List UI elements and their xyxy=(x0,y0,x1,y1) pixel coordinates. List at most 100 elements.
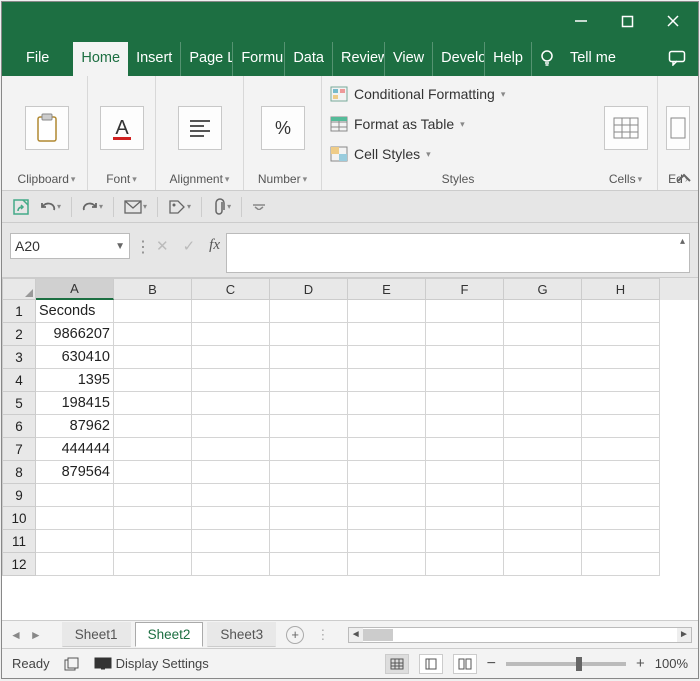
tab-formulas[interactable]: Formul xyxy=(233,42,285,76)
zoom-level[interactable]: 100% xyxy=(655,656,688,671)
cell[interactable] xyxy=(192,530,270,553)
cell[interactable] xyxy=(426,438,504,461)
display-settings-button[interactable]: Display Settings xyxy=(94,656,209,671)
sheet-nav-next[interactable]: ► xyxy=(28,628,44,642)
expand-formula-icon[interactable]: ▴ xyxy=(680,236,685,247)
cell[interactable] xyxy=(192,438,270,461)
row-header[interactable]: 5 xyxy=(2,392,36,415)
cell[interactable] xyxy=(270,323,348,346)
cell[interactable] xyxy=(348,323,426,346)
cell[interactable] xyxy=(426,530,504,553)
tab-view[interactable]: View xyxy=(385,42,433,76)
cell[interactable] xyxy=(192,346,270,369)
save-button[interactable] xyxy=(12,198,30,216)
chevron-down-icon[interactable]: ▼ xyxy=(115,241,125,252)
row-header[interactable]: 2 xyxy=(2,323,36,346)
cell[interactable] xyxy=(426,323,504,346)
formula-input[interactable]: ▴ xyxy=(226,233,690,273)
maximize-button[interactable] xyxy=(604,6,650,36)
row-header[interactable]: 1 xyxy=(2,300,36,323)
close-button[interactable] xyxy=(650,6,696,36)
cell[interactable] xyxy=(114,507,192,530)
horizontal-scrollbar[interactable]: ◄ ► xyxy=(348,627,692,643)
col-header-C[interactable]: C xyxy=(192,278,270,300)
sheet-tab-2[interactable]: Sheet2 xyxy=(135,622,204,647)
cell[interactable] xyxy=(582,346,660,369)
cell[interactable] xyxy=(504,392,582,415)
cell[interactable] xyxy=(582,392,660,415)
alignment-button[interactable] xyxy=(178,106,222,150)
cell[interactable] xyxy=(582,484,660,507)
col-header-E[interactable]: E xyxy=(348,278,426,300)
col-header-F[interactable]: F xyxy=(426,278,504,300)
cell[interactable]: 630410 xyxy=(36,346,114,369)
comments-icon[interactable] xyxy=(662,42,692,74)
tell-me-input[interactable]: Tell me xyxy=(562,42,624,76)
cell[interactable] xyxy=(192,507,270,530)
cell[interactable] xyxy=(348,438,426,461)
macro-record-icon[interactable] xyxy=(64,657,80,671)
cell[interactable] xyxy=(192,553,270,576)
cell[interactable] xyxy=(36,530,114,553)
tag-button[interactable]: ▾ xyxy=(168,199,191,215)
cell[interactable] xyxy=(36,507,114,530)
row-header[interactable]: 8 xyxy=(2,461,36,484)
cell[interactable] xyxy=(114,300,192,323)
spreadsheet-grid[interactable]: A B C D E F G H 1Seconds2986620736304104… xyxy=(2,277,698,620)
cell[interactable] xyxy=(504,484,582,507)
sheet-tab-3[interactable]: Sheet3 xyxy=(207,622,276,647)
row-header[interactable]: 11 xyxy=(2,530,36,553)
editing-button[interactable] xyxy=(666,106,690,150)
cell[interactable] xyxy=(426,461,504,484)
cell[interactable] xyxy=(36,484,114,507)
row-header[interactable]: 7 xyxy=(2,438,36,461)
cell[interactable] xyxy=(36,553,114,576)
cell[interactable] xyxy=(192,415,270,438)
format-as-table-button[interactable]: Format as Table ▾ xyxy=(330,112,586,136)
cell[interactable] xyxy=(582,300,660,323)
cell[interactable] xyxy=(192,323,270,346)
font-button[interactable]: A xyxy=(100,106,144,150)
cell[interactable] xyxy=(504,415,582,438)
tab-insert[interactable]: Insert xyxy=(128,42,181,76)
cell[interactable] xyxy=(582,461,660,484)
paste-button[interactable] xyxy=(25,106,69,150)
tab-page-layout[interactable]: Page La xyxy=(181,42,233,76)
email-button[interactable]: ▾ xyxy=(124,200,147,214)
cell[interactable] xyxy=(504,438,582,461)
scroll-right-icon[interactable]: ► xyxy=(677,628,691,642)
conditional-formatting-button[interactable]: Conditional Formatting ▾ xyxy=(330,82,586,106)
lightbulb-icon[interactable] xyxy=(532,42,562,74)
cell[interactable] xyxy=(114,484,192,507)
cell[interactable] xyxy=(270,530,348,553)
cell[interactable] xyxy=(348,530,426,553)
col-header-D[interactable]: D xyxy=(270,278,348,300)
tab-review[interactable]: Review xyxy=(333,42,385,76)
row-header[interactable]: 10 xyxy=(2,507,36,530)
cell[interactable] xyxy=(114,438,192,461)
cell[interactable] xyxy=(192,392,270,415)
cell[interactable]: 87962 xyxy=(36,415,114,438)
tab-file[interactable]: File xyxy=(12,42,63,76)
row-header[interactable]: 9 xyxy=(2,484,36,507)
row-header[interactable]: 6 xyxy=(2,415,36,438)
cell[interactable] xyxy=(426,392,504,415)
cell[interactable] xyxy=(582,553,660,576)
cell[interactable]: 879564 xyxy=(36,461,114,484)
cell[interactable] xyxy=(348,507,426,530)
enter-icon[interactable]: ✓ xyxy=(183,237,196,255)
scroll-left-icon[interactable]: ◄ xyxy=(349,628,363,642)
cell[interactable] xyxy=(270,553,348,576)
cell[interactable] xyxy=(426,369,504,392)
cell[interactable] xyxy=(582,530,660,553)
cell[interactable]: 1395 xyxy=(36,369,114,392)
cell[interactable] xyxy=(582,323,660,346)
cell[interactable] xyxy=(348,300,426,323)
cell[interactable] xyxy=(504,346,582,369)
cell[interactable] xyxy=(192,461,270,484)
cells-button[interactable] xyxy=(604,106,648,150)
cell-styles-button[interactable]: Cell Styles ▾ xyxy=(330,142,586,166)
cell[interactable] xyxy=(192,369,270,392)
cell[interactable] xyxy=(504,369,582,392)
cell[interactable] xyxy=(270,438,348,461)
